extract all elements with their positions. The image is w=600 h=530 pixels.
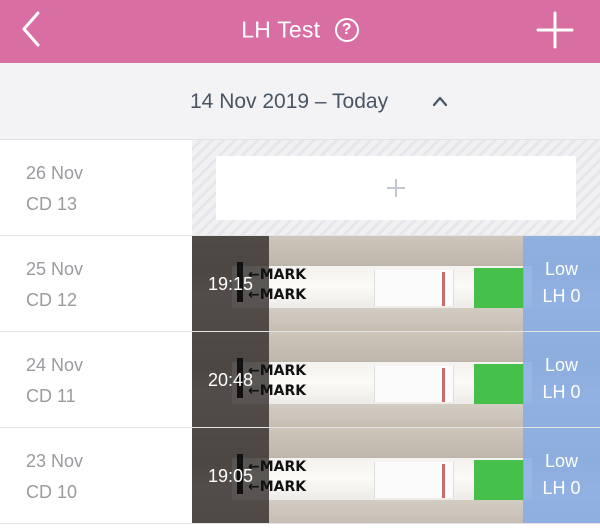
lh-value: LH 0 — [542, 286, 581, 306]
lh-value: LH 0 — [542, 382, 581, 402]
strip-green-end — [474, 460, 524, 500]
day-date-cell: 25 Nov CD 12 — [0, 236, 192, 331]
day-date: 24 Nov — [26, 355, 84, 375]
day-date-cell: 23 Nov CD 10 — [0, 428, 192, 523]
strip-green-end — [474, 364, 524, 404]
plus-icon — [536, 11, 574, 49]
date-range-bar[interactable]: 14 Nov 2019 – Today — [0, 63, 600, 140]
test-strip-photo[interactable]: ←MARK ←MARK 19:05 Low LH 0 — [192, 428, 600, 523]
add-test-button[interactable] — [536, 11, 574, 49]
day-date: 26 Nov — [26, 163, 84, 183]
strip-green-end — [474, 268, 524, 308]
result-level: Low — [544, 259, 579, 279]
result-level: Low — [544, 451, 579, 471]
day-row: 24 Nov CD 11 ←MARK ←MARK 20:48 Low LH 0 — [0, 332, 600, 428]
cycle-day: CD 10 — [26, 482, 78, 502]
plus-icon — [387, 179, 405, 197]
control-line — [442, 368, 445, 402]
result-badge: Low LH 0 — [523, 332, 600, 427]
day-date: 25 Nov — [26, 259, 84, 279]
cycle-day: CD 13 — [26, 194, 78, 214]
add-test-card[interactable] — [216, 156, 576, 220]
result-level: Low — [544, 355, 579, 375]
day-date-cell: 24 Nov CD 11 — [0, 332, 192, 427]
result-badge: Low LH 0 — [523, 428, 600, 523]
question-circle-icon[interactable]: ? — [334, 17, 359, 42]
lh-value: LH 0 — [542, 478, 581, 498]
page-title-wrap: LH Test ? — [0, 15, 600, 43]
test-time: 19:15 — [207, 274, 254, 294]
test-strip-photo[interactable]: ←MARK ←MARK 19:15 Low LH 0 — [192, 236, 600, 331]
app-header: LH Test ? — [0, 0, 600, 63]
control-line — [442, 272, 445, 306]
date-range-label: 14 Nov 2019 – Today — [190, 90, 389, 113]
cycle-day: CD 11 — [26, 386, 76, 406]
test-time: 19:05 — [207, 466, 254, 486]
result-badge: Low LH 0 — [523, 236, 600, 331]
day-date: 23 Nov — [26, 451, 84, 471]
day-date-cell: 26 Nov CD 13 — [0, 140, 192, 235]
cycle-day: CD 12 — [26, 290, 78, 310]
chevron-up-icon[interactable] — [430, 93, 450, 109]
test-time: 20:48 — [207, 370, 254, 390]
day-row: 23 Nov CD 10 ←MARK ←MARK 19:05 Low LH 0 — [0, 428, 600, 524]
day-row: 26 Nov CD 13 — [0, 140, 600, 236]
control-line — [442, 464, 445, 498]
page-title: LH Test — [241, 16, 321, 43]
test-strip-photo[interactable]: ←MARK ←MARK 20:48 Low LH 0 — [192, 332, 600, 427]
day-row: 25 Nov CD 12 ←MARK ←MARK 19:15 Low LH 0 — [0, 236, 600, 332]
